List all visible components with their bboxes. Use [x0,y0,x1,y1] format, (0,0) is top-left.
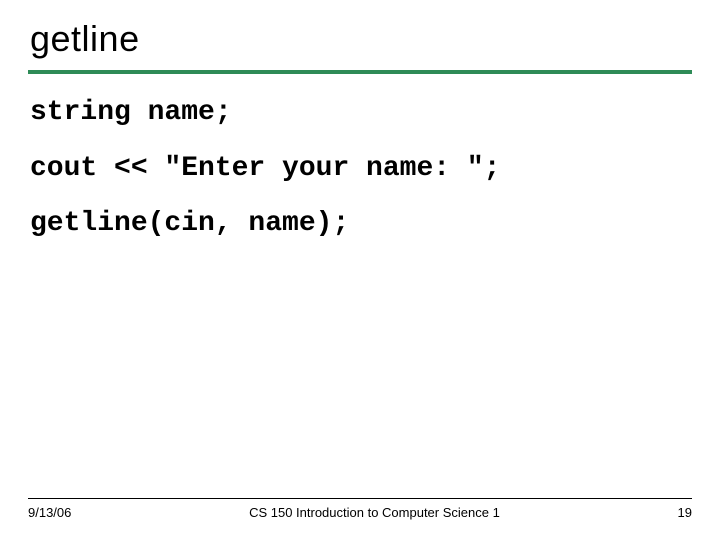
code-line-1: string name; [30,96,690,130]
slide-title: getline [30,18,692,60]
slide-body: string name; cout << "Enter your name: "… [28,74,692,241]
slide-footer: 9/13/06 CS 150 Introduction to Computer … [28,498,692,520]
code-line-2: cout << "Enter your name: "; [30,152,690,186]
footer-row: 9/13/06 CS 150 Introduction to Computer … [28,505,692,520]
footer-rule [28,498,692,499]
code-line-3: getline(cin, name); [30,207,690,241]
slide: getline string name; cout << "Enter your… [0,0,720,540]
footer-date: 9/13/06 [28,505,71,520]
footer-course: CS 150 Introduction to Computer Science … [71,505,677,520]
footer-page-number: 19 [678,505,692,520]
